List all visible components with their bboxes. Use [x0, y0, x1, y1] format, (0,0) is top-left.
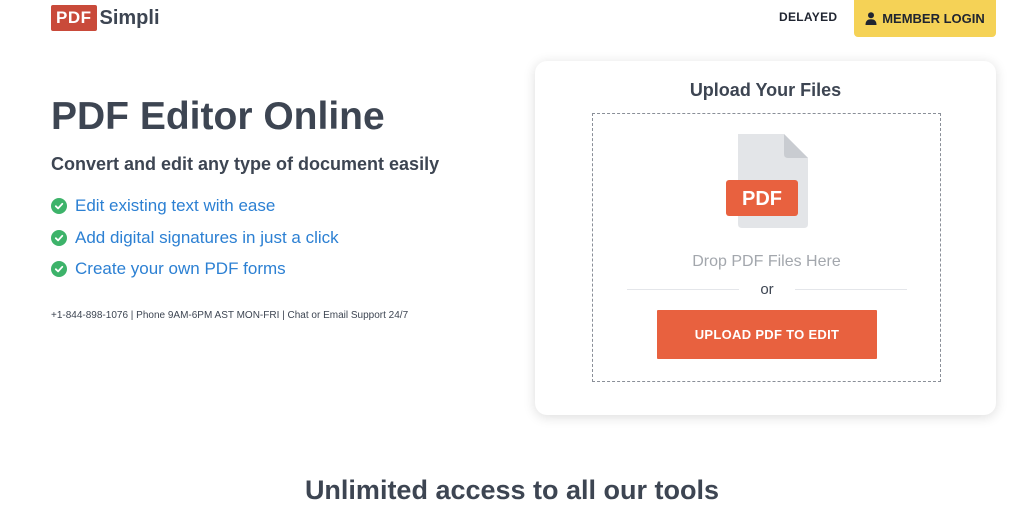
check-circle-icon: [51, 261, 67, 277]
feature-item: Create your own PDF forms: [51, 259, 339, 279]
drop-hint: Drop PDF Files Here: [692, 253, 841, 270]
or-divider: or: [627, 280, 907, 300]
upload-pdf-button[interactable]: UPLOAD PDF TO EDIT: [657, 310, 877, 359]
member-login-label: MEMBER LOGIN: [882, 11, 985, 26]
check-circle-icon: [51, 229, 67, 246]
upload-card: Upload Your Files PDF Drop PDF Files Her…: [535, 61, 996, 415]
check-circle-icon: [51, 198, 67, 214]
user-icon: [865, 12, 877, 25]
logo[interactable]: PDF Simpli: [51, 5, 160, 31]
support-info: +1-844-898-1076 | Phone 9AM-6PM AST MON-…: [51, 310, 409, 321]
page-subtitle: Convert and edit any type of document ea…: [51, 154, 440, 174]
member-login-button[interactable]: MEMBER LOGIN: [854, 0, 996, 37]
drop-zone[interactable]: PDF Drop PDF Files Here or UPLOAD PDF TO…: [592, 113, 941, 382]
feature-item: Edit existing text with ease: [51, 196, 339, 216]
pdf-file-icon: PDF: [726, 134, 808, 228]
feature-link[interactable]: Create your own PDF forms: [75, 259, 286, 279]
feature-list: Edit existing text with ease Add digital…: [51, 196, 339, 291]
pdf-badge-text: PDF: [742, 188, 782, 210]
upload-card-title: Upload Your Files: [689, 80, 842, 100]
page-title: PDF Editor Online: [51, 95, 385, 138]
page: PDF Simpli DELAYED MEMBER LOGIN PDF Edit…: [0, 0, 1024, 518]
tools-section-heading: Unlimited access to all our tools: [304, 475, 720, 505]
feature-link[interactable]: Add digital signatures in just a click: [75, 228, 339, 248]
feature-item: Add digital signatures in just a click: [51, 228, 339, 248]
delayed-link[interactable]: DELAYED: [779, 10, 837, 24]
or-label: or: [760, 281, 774, 298]
logo-text: Simpli: [99, 6, 160, 29]
logo-box: PDF: [51, 5, 97, 31]
feature-link[interactable]: Edit existing text with ease: [75, 196, 275, 216]
